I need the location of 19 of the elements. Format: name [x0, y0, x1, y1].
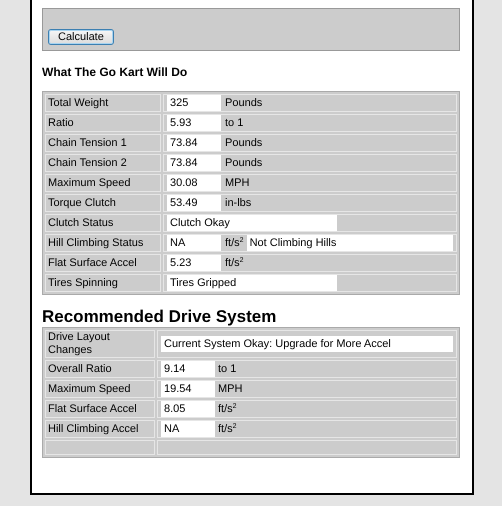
field-label: Hill Climbing Status	[45, 234, 161, 252]
field-label: Drive Layout Changes	[45, 330, 155, 358]
field-label: Total Weight	[45, 94, 161, 112]
field-label: Flat Surface Accel	[45, 400, 155, 418]
field-label: Overall Ratio	[45, 360, 155, 378]
field-label: Maximum Speed	[45, 174, 161, 192]
field-label: Tires Spinning	[45, 274, 161, 292]
field-label: Hill Climbing Accel	[45, 420, 155, 438]
section-heading: Recommended Drive System	[42, 307, 278, 327]
field-label: Clutch Status	[45, 214, 161, 232]
field-label: Maximum Speed	[45, 380, 155, 398]
field-label: Flat Surface Accel	[45, 254, 161, 272]
field-label: Torque Clutch	[45, 194, 161, 212]
field-label: Chain Tension 1	[45, 134, 161, 152]
value-field[interactable]: Current System Okay: Upgrade for More Accel	[161, 336, 453, 352]
calculate-button[interactable]: Calculate	[48, 29, 114, 45]
section-heading: What The Go Kart Will Do	[42, 65, 188, 79]
field-label: Ratio	[45, 114, 161, 132]
field-label: Chain Tension 2	[45, 154, 161, 172]
